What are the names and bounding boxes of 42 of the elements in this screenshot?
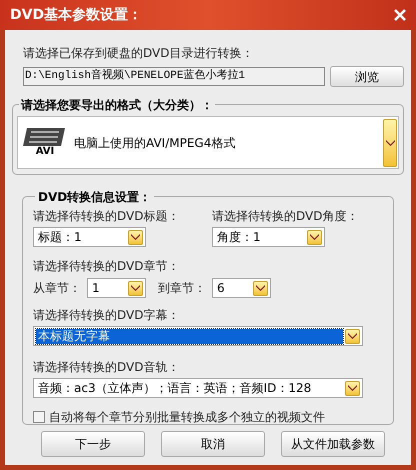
caret-icon [310,234,319,240]
group-legend: 请选择您要导出的格式（大分类）： [19,96,215,114]
field-label: 请选择待转换的DVD角度： [212,208,358,225]
close-icon[interactable] [394,9,406,21]
caret-icon [256,285,265,291]
group-legend: DVD转换信息设置： [35,188,154,206]
dropdown[interactable]: 标题：1 [33,227,146,247]
dropdown[interactable]: 1 [87,278,146,298]
checkbox[interactable] [33,411,45,423]
dropdown-arrow-button[interactable] [128,230,143,244]
field-label: 请选择已保存到硬盘的DVD目录进行转换： [23,45,254,62]
caret-icon [131,234,140,240]
caret-icon [348,333,357,339]
caret-icon [348,385,357,391]
dialog-button[interactable]: 从文件加载参数 [281,431,385,457]
dropdown-arrow-button[interactable] [128,280,143,296]
dropdown-arrow-button[interactable] [253,280,268,296]
field-label: 请选择待转换的DVD字幕： [33,307,180,324]
dialog-button[interactable]: 下一步 [41,431,145,457]
field-label: 请选择待转换的DVD标题： [33,208,180,225]
film-logo-icon [23,128,67,146]
dropdown[interactable]: 6 [212,278,271,298]
path-field[interactable]: D:\English音视频\PENELOPE蓝色小考拉1 [23,67,325,86]
field-label: 自动将每个章节分别批量转换成多个独立的视频文件 [49,409,325,426]
browse-button[interactable]: 浏览 [330,66,404,87]
window-title: DVD基本参数设置： [10,6,142,24]
dropdown[interactable]: 本标题无字幕 [33,326,363,346]
dialog-button[interactable]: 取消 [161,431,265,457]
format-list[interactable]: AVI 电脑上使用的AVI/MPEG4格式 [17,116,399,169]
dropdown[interactable]: 角度：1 [212,227,325,247]
field-label: 从章节： [33,280,82,297]
field-label: 请选择待转换的DVD章节： [33,258,180,275]
logo-caption: AVI [36,146,54,158]
field-label: 请选择待转换的DVD音轨： [33,359,180,376]
caret-icon [386,140,394,146]
dropdown-arrow-button[interactable] [345,328,360,344]
field-label: 到章节： [158,280,207,297]
dropdown-arrow-button[interactable] [345,380,360,396]
format-name: 电脑上使用的AVI/MPEG4格式 [74,134,236,152]
dropdown-arrow-button[interactable] [307,230,322,244]
caret-icon [131,285,140,291]
dropdown[interactable]: 音频：ac3（立体声）；语言：英语；音频ID：128 [33,378,363,398]
